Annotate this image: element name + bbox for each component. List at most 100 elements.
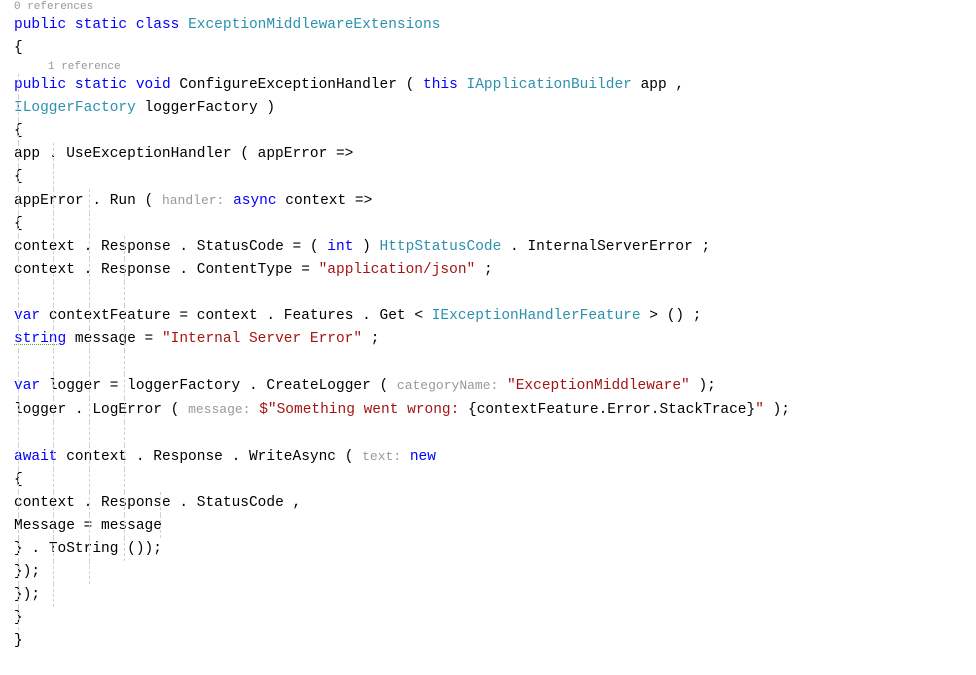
comma: ,: [675, 77, 684, 93]
method-run: Run: [110, 193, 136, 209]
ident-logger: logger: [49, 378, 101, 394]
code-line: app . UseExceptionHandler ( appError =>: [0, 143, 976, 166]
assign: =: [292, 239, 301, 255]
ident-context: context: [14, 495, 75, 511]
ident-response: Response: [101, 239, 171, 255]
close-brace: }: [14, 633, 23, 649]
open-paren: (: [240, 146, 249, 162]
type-iexceptionhandlerfeature: IExceptionHandlerFeature: [432, 308, 641, 324]
open-paren: (: [406, 77, 415, 93]
dot: .: [232, 449, 241, 465]
paren-paren-semi: ());: [127, 541, 162, 557]
assign: =: [179, 308, 188, 324]
assign: =: [145, 331, 154, 347]
code-line: }: [0, 630, 976, 653]
semicolon: ;: [484, 262, 493, 278]
keyword-static: static: [75, 77, 127, 93]
dot: .: [92, 193, 101, 209]
code-line: Message = message: [0, 515, 976, 538]
code-line: public static class ExceptionMiddlewareE…: [0, 14, 976, 37]
open-paren: (: [310, 239, 319, 255]
arrow: =>: [336, 146, 353, 162]
ident-context: context: [14, 239, 75, 255]
dot: .: [75, 402, 84, 418]
dot: .: [179, 239, 188, 255]
codelens-class[interactable]: 0 references: [0, 0, 976, 14]
assign: =: [110, 378, 119, 394]
gt: >: [649, 308, 658, 324]
code-line: });: [0, 561, 976, 584]
code-line: {: [0, 120, 976, 143]
ident-statuscode: StatusCode: [197, 239, 284, 255]
ident-response: Response: [153, 449, 223, 465]
type-iloggerfactory: ILoggerFactory: [14, 100, 136, 116]
close-paren: ): [266, 100, 275, 116]
ident-message: message: [75, 331, 136, 347]
code-line: });: [0, 584, 976, 607]
method-get: Get: [380, 308, 406, 324]
code-line: logger . LogError ( message: $"Something…: [0, 398, 976, 422]
code-line-empty: [0, 282, 976, 305]
ident-logger: logger: [14, 402, 66, 418]
ident-context: context: [66, 449, 127, 465]
dot: .: [84, 239, 93, 255]
code-line: public static void ConfigureExceptionHan…: [0, 74, 976, 97]
interp-open: {: [468, 402, 477, 418]
interp-close: }: [747, 402, 756, 418]
ident-context: context: [14, 262, 75, 278]
dot: .: [31, 541, 40, 557]
method-createlogger: CreateLogger: [266, 378, 370, 394]
string-appjson: "application/json": [319, 262, 476, 278]
ident-contextfeature: contextFeature: [477, 402, 599, 418]
lt: <: [414, 308, 423, 324]
dot: .: [136, 449, 145, 465]
keyword-class: class: [136, 17, 180, 33]
dot: .: [249, 378, 258, 394]
keyword-void: void: [136, 77, 171, 93]
open-paren: (: [145, 193, 154, 209]
type-iapplicationbuilder: IApplicationBuilder: [467, 77, 632, 93]
assign: =: [84, 518, 93, 534]
code-line: }: [0, 607, 976, 630]
empty-parens: (): [667, 308, 684, 324]
code-line: appError . Run ( handler: async context …: [0, 189, 976, 213]
code-line: context . Response . StatusCode ,: [0, 492, 976, 515]
code-line: ILoggerFactory loggerFactory ): [0, 97, 976, 120]
method-name: ConfigureExceptionHandler: [179, 77, 397, 93]
dot: .: [179, 262, 188, 278]
code-line: var logger = loggerFactory . CreateLogge…: [0, 374, 976, 398]
codelens-method[interactable]: 1 reference: [0, 60, 976, 74]
dot: .: [84, 262, 93, 278]
code-line: context . Response . ContentType = "appl…: [0, 259, 976, 282]
open-brace: {: [14, 40, 23, 56]
close-paren-semi: );: [773, 402, 790, 418]
inline-hint-text: text:: [362, 449, 401, 464]
code-line: {: [0, 37, 976, 60]
ident-stacktrace: StackTrace: [659, 402, 746, 418]
dot: .: [266, 308, 275, 324]
code-editor[interactable]: 0 references public static class Excepti…: [0, 0, 976, 653]
string-exceptionmw: "ExceptionMiddleware": [507, 378, 690, 394]
ident-context: context: [285, 193, 346, 209]
code-line-empty: [0, 351, 976, 374]
code-line: string message = "Internal Server Error"…: [0, 328, 976, 351]
ident-response: Response: [101, 262, 171, 278]
class-name: ExceptionMiddlewareExtensions: [188, 17, 440, 33]
dot: .: [362, 308, 371, 324]
assign: =: [301, 262, 310, 278]
keyword-string: string: [14, 331, 66, 347]
ident-loggerfactory: loggerFactory: [127, 378, 240, 394]
type-httpstatuscode: HttpStatusCode: [380, 239, 502, 255]
code-line: var contextFeature = context . Features …: [0, 305, 976, 328]
ident-contenttype: ContentType: [197, 262, 293, 278]
open-paren: (: [345, 449, 354, 465]
string-internalerror: "Internal Server Error": [162, 331, 362, 347]
string-interp-prefix: $"Something went wrong:: [259, 402, 468, 418]
dot: .: [179, 495, 188, 511]
param-loggerfactory: loggerFactory: [145, 100, 258, 116]
ident-apperror: appError: [258, 146, 328, 162]
ident-statuscode: StatusCode: [197, 495, 284, 511]
param-app: app: [641, 77, 667, 93]
inline-hint-handler: handler:: [162, 193, 224, 208]
ident-error: Error: [607, 402, 651, 418]
